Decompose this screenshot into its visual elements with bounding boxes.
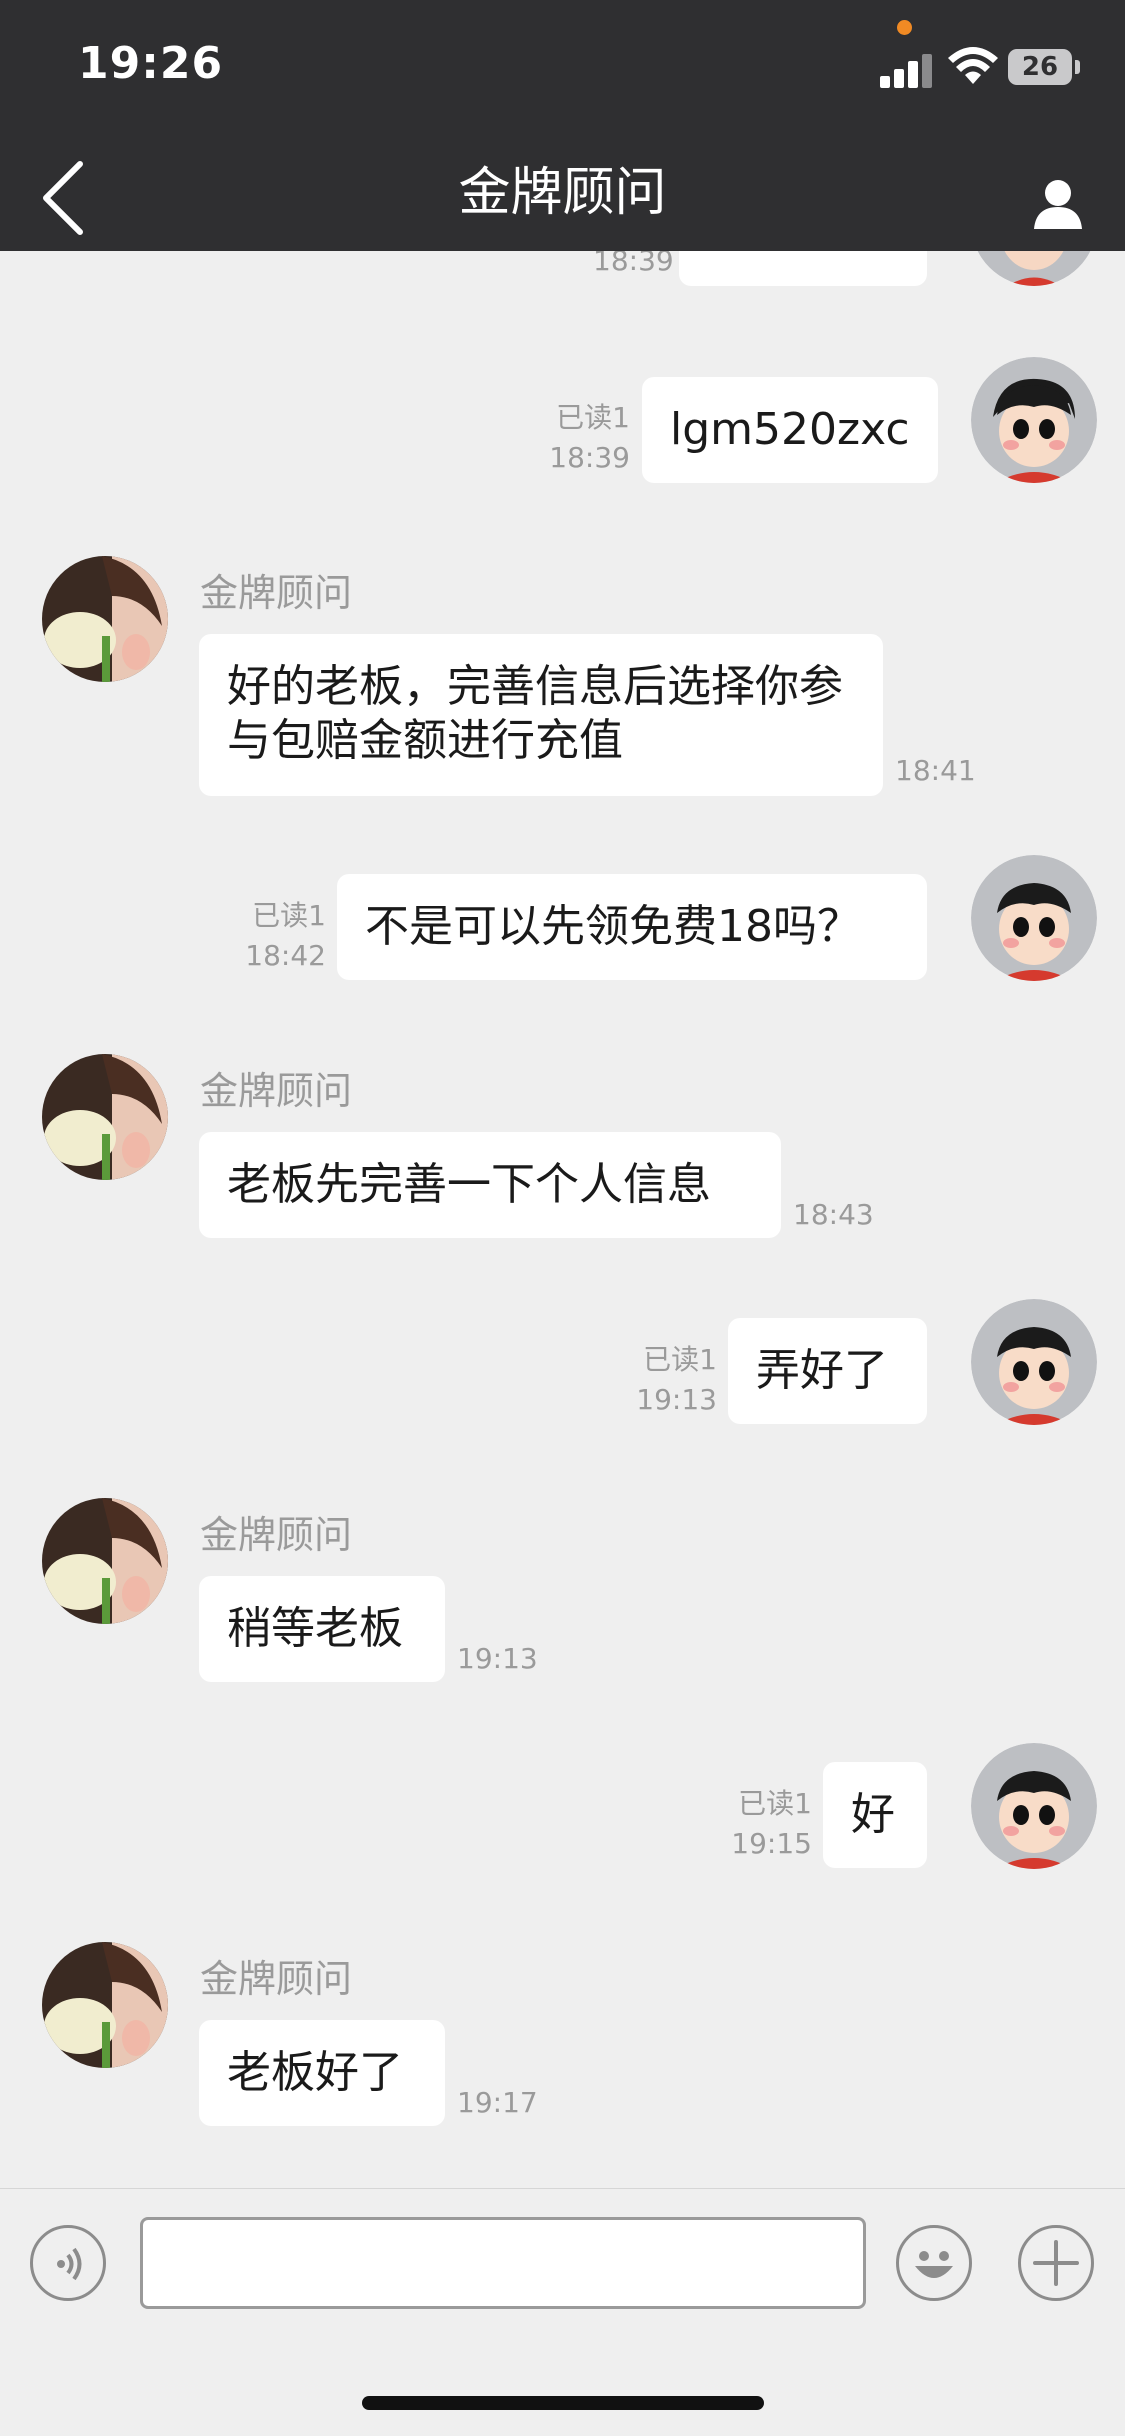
- emoji-button[interactable]: [896, 2225, 972, 2301]
- read-receipt: 已读1 18:42: [234, 896, 326, 976]
- emoji-icon: [915, 2251, 953, 2278]
- page-title: 金牌顾问: [458, 163, 667, 223]
- self-avatar[interactable]: [971, 357, 1097, 483]
- voice-icon: [57, 2247, 82, 2281]
- read-status: 已读1: [556, 401, 630, 434]
- home-indicator[interactable]: [362, 2396, 764, 2410]
- message-bubble[interactable]: 老板先完善一下个人信息: [199, 1132, 781, 1238]
- battery-level: 26: [1021, 52, 1059, 82]
- message-time: 18:39: [549, 441, 630, 474]
- message-bubble[interactable]: 好的老板，完善信息后选择你参与包赔金额进行充值: [199, 634, 883, 796]
- battery-icon: 26: [1008, 49, 1072, 85]
- self-avatar[interactable]: [971, 1299, 1097, 1425]
- input-bar: [0, 2188, 1125, 2335]
- message-bubble[interactable]: 不是可以先领免费18吗？: [337, 874, 927, 980]
- message-bubble[interactable]: 好: [823, 1762, 927, 1868]
- add-button[interactable]: [1018, 2225, 1094, 2301]
- read-receipt: 已读1 19:15: [720, 1784, 812, 1864]
- top-bar: 19:26 26 金牌顾问: [0, 0, 1125, 251]
- wifi-icon: [948, 47, 998, 84]
- message-time: 19:13: [457, 1642, 538, 1675]
- message-bubble[interactable]: lgm520zxc: [642, 377, 938, 483]
- self-avatar[interactable]: [971, 855, 1097, 981]
- message-bubble[interactable]: 老板好了: [199, 2020, 445, 2126]
- advisor-avatar[interactable]: [42, 1498, 168, 1624]
- message-time: 18:41: [895, 754, 976, 787]
- message-time: 18:43: [793, 1198, 874, 1231]
- sender-name: 金牌顾问: [200, 571, 353, 615]
- sender-name: 金牌顾问: [200, 1069, 353, 1113]
- contact-icon[interactable]: [1030, 175, 1086, 231]
- message-time: 19:17: [457, 2086, 538, 2119]
- chat-screen: 18:39 已读1 18:39 lgm520zxc 金牌顾问 好的老板，完善信息…: [0, 0, 1125, 2436]
- signal-icon: [880, 52, 934, 88]
- advisor-avatar[interactable]: [42, 1054, 168, 1180]
- read-status: 已读1: [738, 1787, 812, 1820]
- message-time: 19:15: [731, 1827, 812, 1860]
- message-input[interactable]: [140, 2217, 866, 2309]
- message-bubble[interactable]: 弄好了: [728, 1318, 927, 1424]
- sender-name: 金牌顾问: [200, 1957, 353, 2001]
- plus-icon: [1033, 2240, 1079, 2286]
- read-receipt: 已读1 19:13: [625, 1340, 717, 1420]
- message-bubble[interactable]: 稍等老板: [199, 1576, 445, 1682]
- read-receipt: 已读1 18:39: [540, 398, 630, 478]
- sender-name: 金牌顾问: [200, 1513, 353, 1557]
- message-time: 18:42: [245, 939, 326, 972]
- advisor-avatar[interactable]: [42, 1942, 168, 2068]
- read-status: 已读1: [252, 899, 326, 932]
- voice-button[interactable]: [30, 2225, 106, 2301]
- read-status: 已读1: [643, 1343, 717, 1376]
- message-time: 19:13: [636, 1383, 717, 1416]
- status-time: 19:26: [78, 38, 224, 89]
- advisor-avatar[interactable]: [42, 556, 168, 682]
- self-avatar[interactable]: [971, 1743, 1097, 1869]
- privacy-indicator-icon: [897, 20, 912, 35]
- battery-cap: [1075, 60, 1080, 74]
